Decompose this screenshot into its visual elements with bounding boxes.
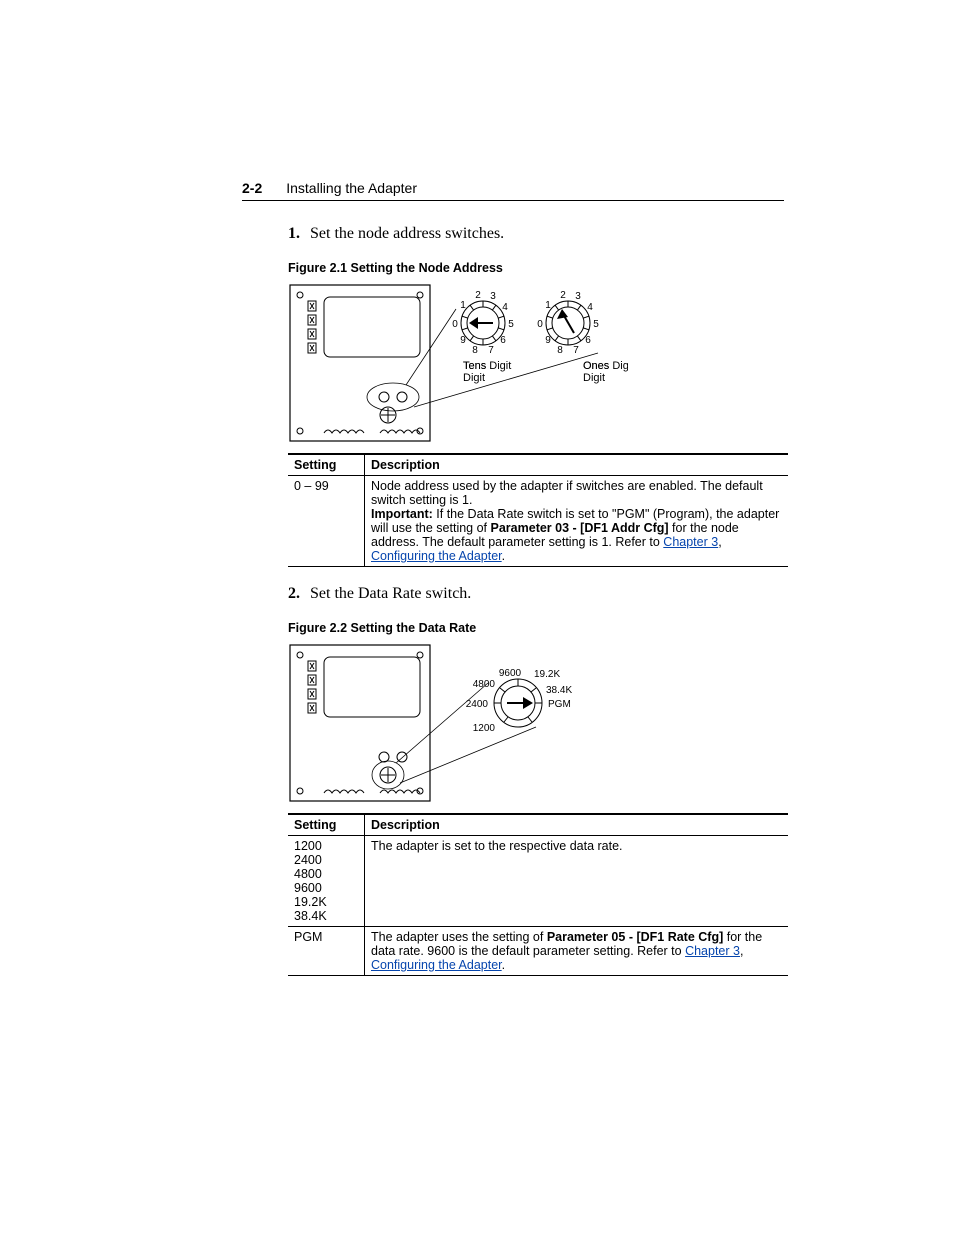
setting-cell: 1200 2400 4800 9600 19.2K 38.4K bbox=[288, 836, 365, 927]
table-row: 0 – 99 Node address used by the adapter … bbox=[288, 476, 788, 567]
label-9600: 9600 bbox=[499, 668, 522, 679]
svg-text:Tens: Tens bbox=[463, 360, 487, 372]
svg-text:9: 9 bbox=[545, 335, 551, 346]
svg-text:Ones: Ones bbox=[583, 360, 610, 372]
svg-text:2: 2 bbox=[475, 290, 481, 301]
table-header-setting: Setting bbox=[288, 454, 365, 476]
svg-text:Digit: Digit bbox=[583, 372, 605, 384]
label-pgm: PGM bbox=[548, 699, 571, 710]
link-configuring-adapter[interactable]: Configuring the Adapter bbox=[371, 549, 502, 563]
page: 2-2 Installing the Adapter 1. Set the nod… bbox=[0, 0, 954, 1235]
svg-text:8: 8 bbox=[472, 345, 478, 356]
page-header: 2-2 Installing the Adapter bbox=[242, 180, 784, 201]
table-row: PGM The adapter uses the setting of Para… bbox=[288, 927, 788, 976]
step-2-number: 2. bbox=[288, 585, 300, 602]
table-header-description: Description bbox=[365, 454, 789, 476]
table-row: 1200 2400 4800 9600 19.2K 38.4K The adap… bbox=[288, 836, 788, 927]
setting-cell: 0 – 99 bbox=[288, 476, 365, 567]
page-number: 2-2 bbox=[242, 180, 262, 196]
svg-text:4: 4 bbox=[587, 302, 593, 313]
link-chapter-3[interactable]: Chapter 3 bbox=[663, 535, 718, 549]
svg-text:0: 0 bbox=[537, 319, 543, 330]
svg-text:7: 7 bbox=[488, 345, 494, 356]
svg-text:3: 3 bbox=[575, 291, 581, 302]
step-2: 2. Set the Data Rate switch. bbox=[288, 585, 784, 603]
svg-text:3: 3 bbox=[490, 291, 496, 302]
setting-cell: PGM bbox=[288, 927, 365, 976]
svg-text:4: 4 bbox=[502, 302, 508, 313]
svg-text:8: 8 bbox=[557, 345, 563, 356]
svg-text:1: 1 bbox=[545, 300, 551, 311]
table-2-1: Setting Description 0 – 99 Node address … bbox=[288, 453, 788, 567]
svg-text:Digit: Digit bbox=[463, 372, 485, 384]
figure-2-1-caption: Figure 2.1 Setting the Node Address bbox=[288, 261, 784, 275]
svg-text:7: 7 bbox=[573, 345, 579, 356]
link-configuring-adapter[interactable]: Configuring the Adapter bbox=[371, 958, 502, 972]
label-38-4k: 38.4K bbox=[546, 685, 572, 696]
svg-text:5: 5 bbox=[508, 319, 514, 330]
step-1: 1. Set the node address switches. bbox=[288, 225, 784, 243]
figure-2-1: 0 1 2 3 4 5 6 7 8 9 0 1 2 3 4 5 6 7 8 9 bbox=[288, 283, 784, 443]
figure-2-2-caption: Figure 2.2 Setting the Data Rate bbox=[288, 621, 784, 635]
svg-text:2: 2 bbox=[560, 290, 566, 301]
label-4800: 4800 bbox=[473, 679, 496, 690]
table-2-2: Setting Description 1200 2400 4800 9600 … bbox=[288, 813, 788, 976]
description-cell: The adapter uses the setting of Paramete… bbox=[365, 927, 789, 976]
step-1-number: 1. bbox=[288, 225, 300, 242]
label-2400: 2400 bbox=[466, 699, 489, 710]
svg-text:9: 9 bbox=[460, 335, 466, 346]
table-header-setting: Setting bbox=[288, 814, 365, 836]
figure-2-2: 1200 2400 4800 9600 19.2K 38.4K PGM bbox=[288, 643, 784, 803]
link-chapter-3[interactable]: Chapter 3 bbox=[685, 944, 740, 958]
svg-text:0: 0 bbox=[452, 319, 458, 330]
label-19-2k: 19.2K bbox=[534, 669, 560, 680]
section-title: Installing the Adapter bbox=[286, 180, 417, 196]
svg-text:6: 6 bbox=[500, 335, 506, 346]
table-header-description: Description bbox=[365, 814, 789, 836]
svg-text:5: 5 bbox=[593, 319, 599, 330]
step-1-text: Set the node address switches. bbox=[310, 225, 504, 242]
description-cell: The adapter is set to the respective dat… bbox=[365, 836, 789, 927]
svg-text:1: 1 bbox=[460, 300, 466, 311]
svg-text:6: 6 bbox=[585, 335, 591, 346]
label-1200: 1200 bbox=[473, 723, 496, 734]
description-cell: Node address used by the adapter if swit… bbox=[365, 476, 789, 567]
step-2-text: Set the Data Rate switch. bbox=[310, 585, 471, 602]
